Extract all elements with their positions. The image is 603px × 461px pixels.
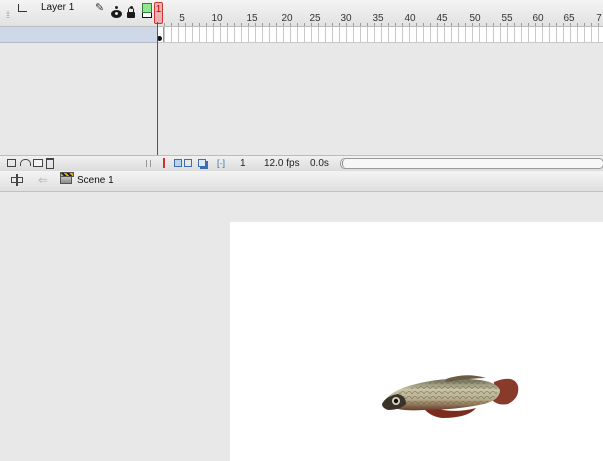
center-frame-icon[interactable] [163, 158, 165, 168]
onion-skin-icon[interactable] [174, 159, 182, 167]
timeline-scroll-thumb[interactable] [342, 159, 349, 168]
delete-icon[interactable] [46, 158, 54, 169]
frame-ruler-ticks[interactable] [157, 23, 603, 26]
playhead-frame-label: 1 [155, 4, 162, 15]
playhead-line [157, 22, 158, 172]
lock-icon[interactable] [127, 7, 135, 18]
new-layer-icon[interactable] [7, 159, 16, 167]
layer-frames-row[interactable] [158, 27, 603, 43]
stage-canvas[interactable] [230, 222, 603, 461]
onion-skin-outlines-icon[interactable] [184, 159, 192, 167]
frame-rate-readout[interactable]: 12.0 fps [264, 158, 300, 169]
splitter-grip-icon[interactable] [146, 160, 151, 167]
edit-multiple-frames-icon[interactable] [198, 159, 206, 167]
visibility-toggle-dot[interactable] [115, 6, 118, 9]
current-frame-readout: 1 [240, 158, 246, 169]
timeline-empty-area [0, 43, 603, 155]
lock-toggle-dot[interactable] [130, 6, 133, 9]
layer-name[interactable]: Layer 1 [41, 2, 74, 13]
modify-onion-markers-icon[interactable]: [·] [217, 158, 225, 168]
layer-outline-color-swatch[interactable] [142, 3, 152, 13]
layer-icon [18, 4, 27, 12]
elapsed-time-readout: 0.0s [310, 158, 329, 169]
betta-fish-image[interactable] [376, 364, 522, 422]
back-arrow-icon[interactable]: ⇐ [38, 173, 48, 187]
layer-row[interactable] [0, 27, 157, 43]
scene-icon [60, 172, 74, 184]
new-folder-icon[interactable] [33, 159, 43, 167]
panel-grip-icon[interactable]: ⁞⁞ [6, 10, 10, 20]
timeline-horizontal-scrollbar[interactable] [340, 158, 603, 169]
eye-icon[interactable] [111, 10, 122, 18]
motion-guide-icon[interactable] [20, 159, 31, 166]
pencil-icon: ✎ [95, 2, 105, 14]
timeline-toggle-icon[interactable] [11, 174, 23, 186]
scene-name[interactable]: Scene 1 [77, 175, 114, 186]
